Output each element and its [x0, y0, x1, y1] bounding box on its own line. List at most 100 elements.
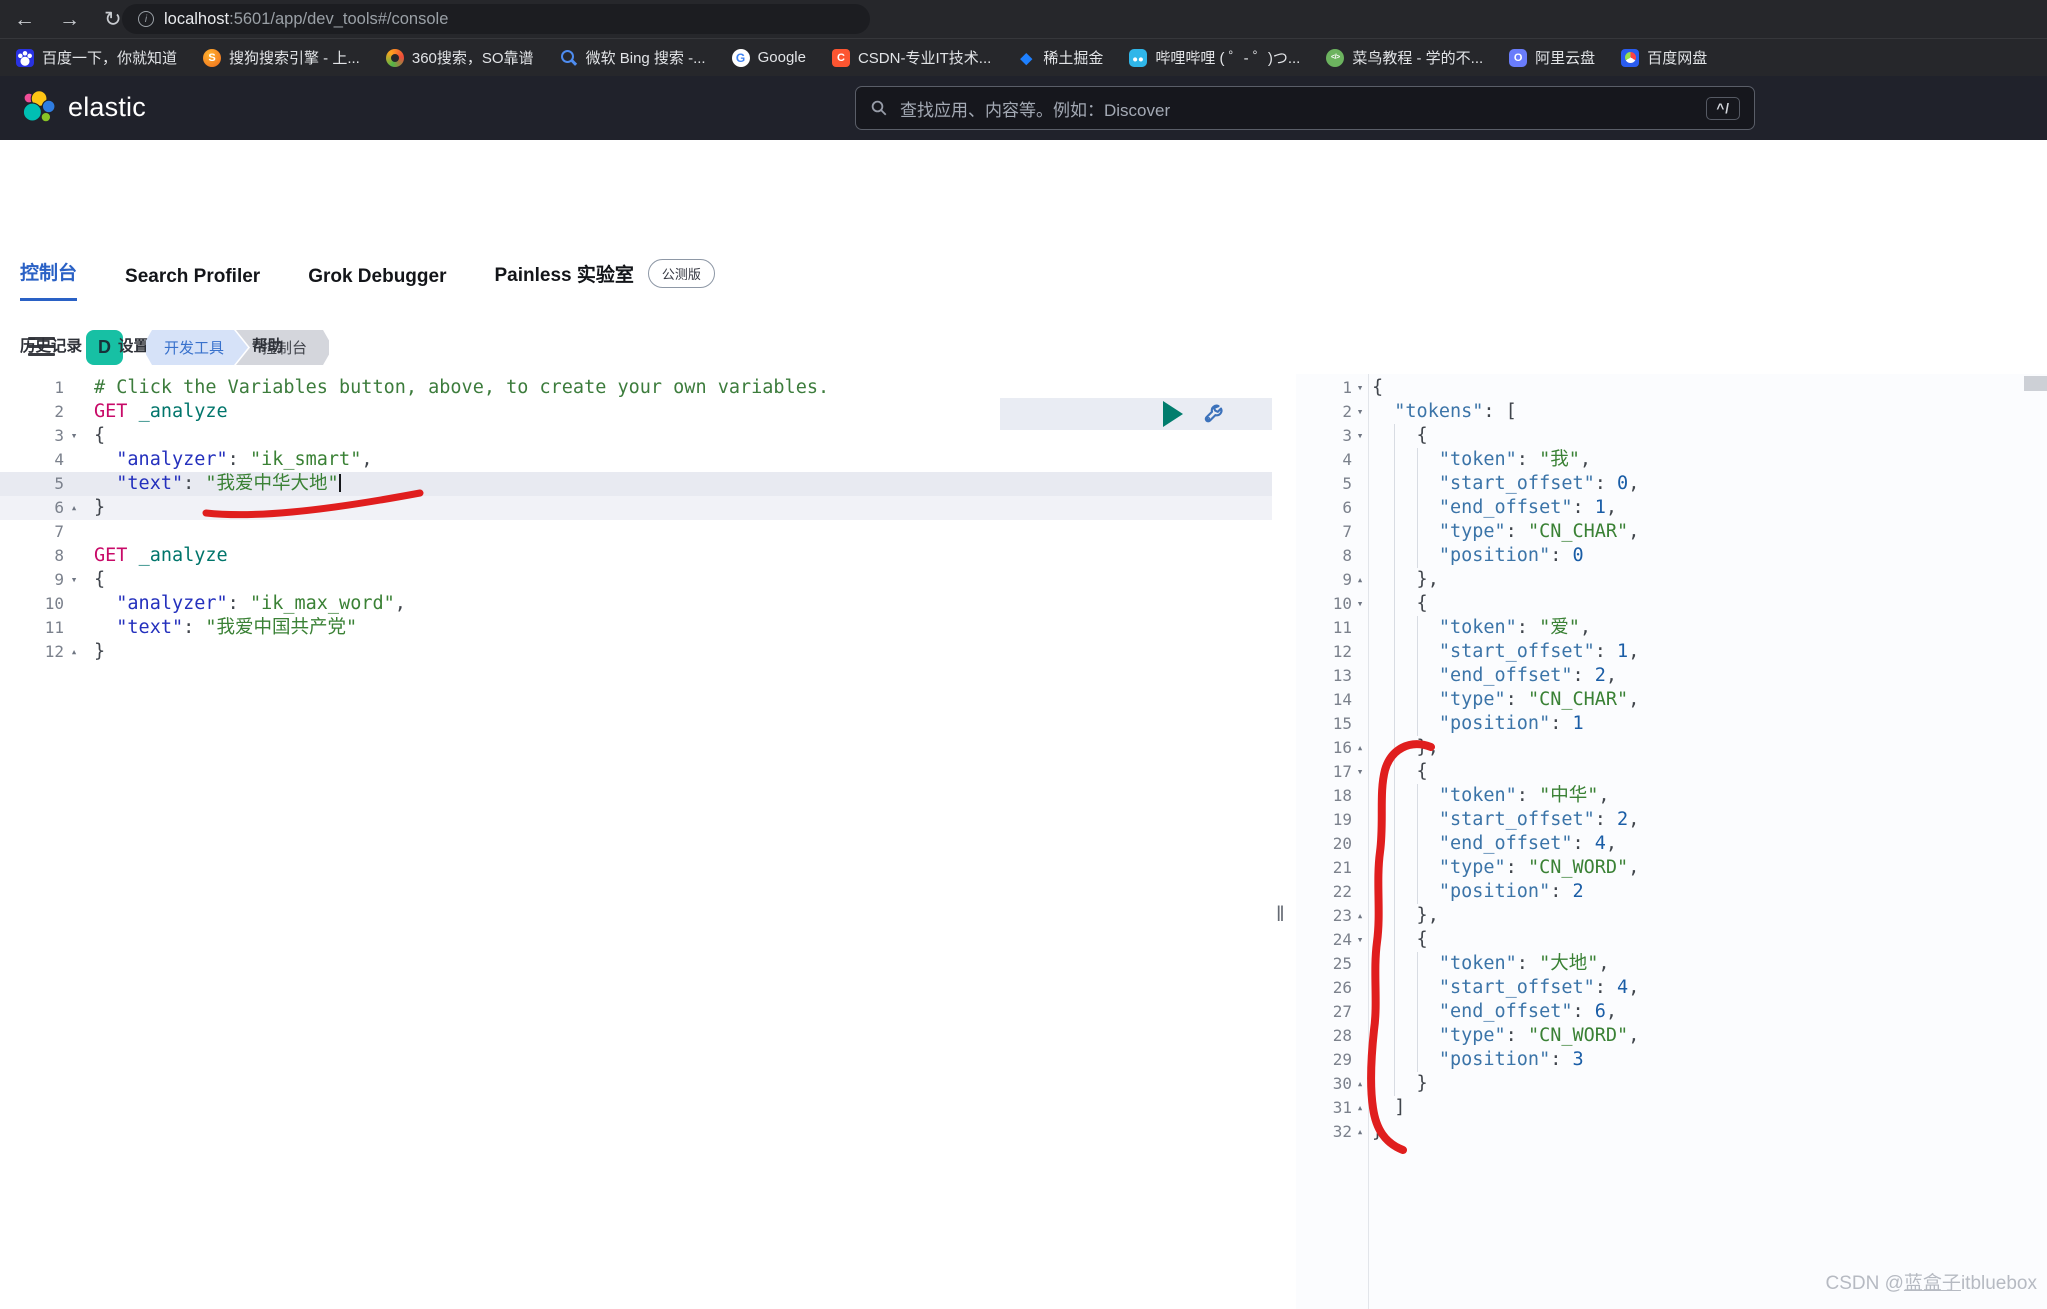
code-token: ,	[1628, 689, 1639, 710]
code-line[interactable]: 11 "text": "我爱中国共产党"	[0, 616, 1272, 640]
code-line[interactable]: 28 "type": "CN_WORD",	[1296, 1024, 2047, 1048]
code-token: ,	[1628, 977, 1639, 998]
bookmark-runoob[interactable]: </>菜鸟教程 - 学的不...	[1326, 47, 1483, 68]
bookmark-baidu[interactable]: 百度一下，你就知道	[16, 47, 177, 68]
code-line[interactable]: 2GET _analyze	[0, 400, 1272, 424]
code-line[interactable]: 13 "end_offset": 2,	[1296, 664, 2047, 688]
code-line[interactable]: 9▾{	[0, 568, 1272, 592]
fold-toggle-icon[interactable]: ▴	[1352, 568, 1368, 592]
console-menu-历史记录[interactable]: 历史记录	[20, 334, 82, 356]
tab-Painless 实验室[interactable]: Painless 实验室公测版	[495, 259, 715, 301]
code-line[interactable]: 31▴ ]	[1296, 1096, 2047, 1120]
code-line[interactable]: 1▾{	[1296, 376, 2047, 400]
fold-toggle-icon[interactable]: ▾	[1352, 760, 1368, 784]
elastic-logo[interactable]: elastic	[20, 89, 146, 125]
bookmark-baidupan[interactable]: 百度网盘	[1621, 47, 1707, 68]
code-text: "analyzer": "ik_max_word",	[84, 592, 1272, 616]
fold-toggle-icon[interactable]: ▾	[1352, 592, 1368, 616]
wrench-icon[interactable]	[1202, 399, 1229, 431]
code-line[interactable]: 5 "text": "我爱中华大地"	[0, 472, 1272, 496]
code-line[interactable]: 5 "start_offset": 0,	[1296, 472, 2047, 496]
code-line[interactable]: 8GET _analyze	[0, 544, 1272, 568]
code-line[interactable]: 21 "type": "CN_WORD",	[1296, 856, 2047, 880]
code-line[interactable]: 30▴ }	[1296, 1072, 2047, 1096]
bookmark-google[interactable]: GGoogle	[732, 49, 806, 67]
code-line[interactable]: 24▾ {	[1296, 928, 2047, 952]
code-line[interactable]: 10 "analyzer": "ik_max_word",	[0, 592, 1272, 616]
back-icon[interactable]: ←	[14, 9, 35, 30]
code-line[interactable]: 23▴ },	[1296, 904, 2047, 928]
scrollbar-corner[interactable]	[2024, 376, 2047, 391]
code-line[interactable]: 26 "start_offset": 4,	[1296, 976, 2047, 1000]
bookmark-csdn[interactable]: CCSDN-专业IT技术...	[832, 47, 991, 68]
code-line[interactable]: 6▴}	[0, 496, 1272, 520]
fold-toggle-icon[interactable]: ▴	[1352, 1120, 1368, 1144]
code-line[interactable]: 29 "position": 3	[1296, 1048, 2047, 1072]
request-editor[interactable]: 1# Click the Variables button, above, to…	[0, 374, 1272, 1309]
fold-toggle-icon[interactable]: ▴	[1352, 904, 1368, 928]
fold-toggle-icon[interactable]: ▾	[64, 568, 84, 592]
code-line[interactable]: 16▴ },	[1296, 736, 2047, 760]
console-menu-设置[interactable]: 设置	[118, 334, 149, 356]
console-menu-帮助[interactable]: 帮助	[252, 334, 283, 356]
code-line[interactable]: 22 "position": 2	[1296, 880, 2047, 904]
code-line[interactable]: 20 "end_offset": 4,	[1296, 832, 2047, 856]
code-line[interactable]: 6 "end_offset": 1,	[1296, 496, 2047, 520]
code-line[interactable]: 7 "type": "CN_CHAR",	[1296, 520, 2047, 544]
code-line[interactable]: 9▴ },	[1296, 568, 2047, 592]
fold-toggle-icon[interactable]: ▴	[1352, 1096, 1368, 1120]
code-line[interactable]: 14 "type": "CN_CHAR",	[1296, 688, 2047, 712]
breadcrumb-item-0[interactable]: 开发工具	[146, 330, 248, 365]
fold-toggle-icon[interactable]: ▴	[64, 640, 84, 664]
code-line[interactable]: 15 "position": 1	[1296, 712, 2047, 736]
code-line[interactable]: 18 "token": "中华",	[1296, 784, 2047, 808]
fold-toggle-icon[interactable]: ▾	[1352, 376, 1368, 400]
code-line[interactable]: 11 "token": "爱",	[1296, 616, 2047, 640]
code-token: {	[1372, 761, 1428, 782]
response-output[interactable]: 1▾{2▾ "tokens": [3▾ {4 "token": "我",5 "s…	[1296, 374, 2047, 1309]
forward-icon[interactable]: →	[59, 9, 80, 30]
tab-控制台[interactable]: 控制台	[20, 258, 77, 301]
code-line[interactable]: 12 "start_offset": 1,	[1296, 640, 2047, 664]
code-line[interactable]: 12▴}	[0, 640, 1272, 664]
code-line[interactable]: 32▴}	[1296, 1120, 2047, 1144]
send-request-icon[interactable]	[1163, 401, 1183, 427]
fold-toggle-icon[interactable]: ▾	[64, 424, 84, 448]
global-search-input[interactable]: 查找应用、内容等。例如：Discover ^/	[855, 86, 1755, 130]
bookmark-juejin[interactable]: ◆稀土掘金	[1017, 47, 1103, 68]
tab-Search Profiler[interactable]: Search Profiler	[125, 266, 260, 301]
line-number: 14	[1296, 688, 1352, 712]
code-line[interactable]: 1# Click the Variables button, above, to…	[0, 376, 1272, 400]
code-line[interactable]: 19 "start_offset": 2,	[1296, 808, 2047, 832]
bookmark-bilibili[interactable]: 哔哩哔哩 ( ゜- ゜)つ...	[1129, 47, 1300, 68]
bookmark-so360[interactable]: 360搜索，SO靠谱	[386, 47, 534, 68]
code-line[interactable]: 25 "token": "大地",	[1296, 952, 2047, 976]
bookmark-aliyun[interactable]: O阿里云盘	[1509, 47, 1595, 68]
fold-toggle-icon[interactable]: ▾	[1352, 928, 1368, 952]
site-info-icon[interactable]: i	[138, 11, 154, 27]
reload-icon[interactable]: ↻	[104, 9, 122, 30]
panel-splitter[interactable]: ‖	[1272, 374, 1296, 1309]
fold-spacer	[1352, 496, 1368, 520]
code-line[interactable]: 8 "position": 0	[1296, 544, 2047, 568]
code-line[interactable]: 3▾{	[0, 424, 1272, 448]
code-line[interactable]: 17▾ {	[1296, 760, 2047, 784]
code-line[interactable]: 10▾ {	[1296, 592, 2047, 616]
breadcrumb-row: D 开发工具控制台	[0, 140, 2047, 240]
fold-toggle-icon[interactable]: ▴	[1352, 1072, 1368, 1096]
code-line[interactable]: 7	[0, 520, 1272, 544]
code-line[interactable]: 27 "end_offset": 6,	[1296, 1000, 2047, 1024]
code-line[interactable]: 4 "token": "我",	[1296, 448, 2047, 472]
address-bar[interactable]: i localhost:5601/app/dev_tools#/console	[122, 4, 870, 34]
bookmark-bing[interactable]: 微软 Bing 搜索 -...	[560, 47, 706, 68]
tab-Grok Debugger[interactable]: Grok Debugger	[308, 266, 446, 301]
fold-toggle-icon[interactable]: ▴	[64, 496, 84, 520]
code-line[interactable]: 4 "analyzer": "ik_smart",	[0, 448, 1272, 472]
fold-toggle-icon[interactable]: ▾	[1352, 424, 1368, 448]
code-line[interactable]: 2▾ "tokens": [	[1296, 400, 2047, 424]
fold-toggle-icon[interactable]: ▴	[1352, 736, 1368, 760]
fold-toggle-icon[interactable]: ▾	[1352, 400, 1368, 424]
code-token: }	[94, 497, 105, 518]
bookmark-sogou[interactable]: S搜狗搜索引擎 - 上...	[203, 47, 360, 68]
code-line[interactable]: 3▾ {	[1296, 424, 2047, 448]
